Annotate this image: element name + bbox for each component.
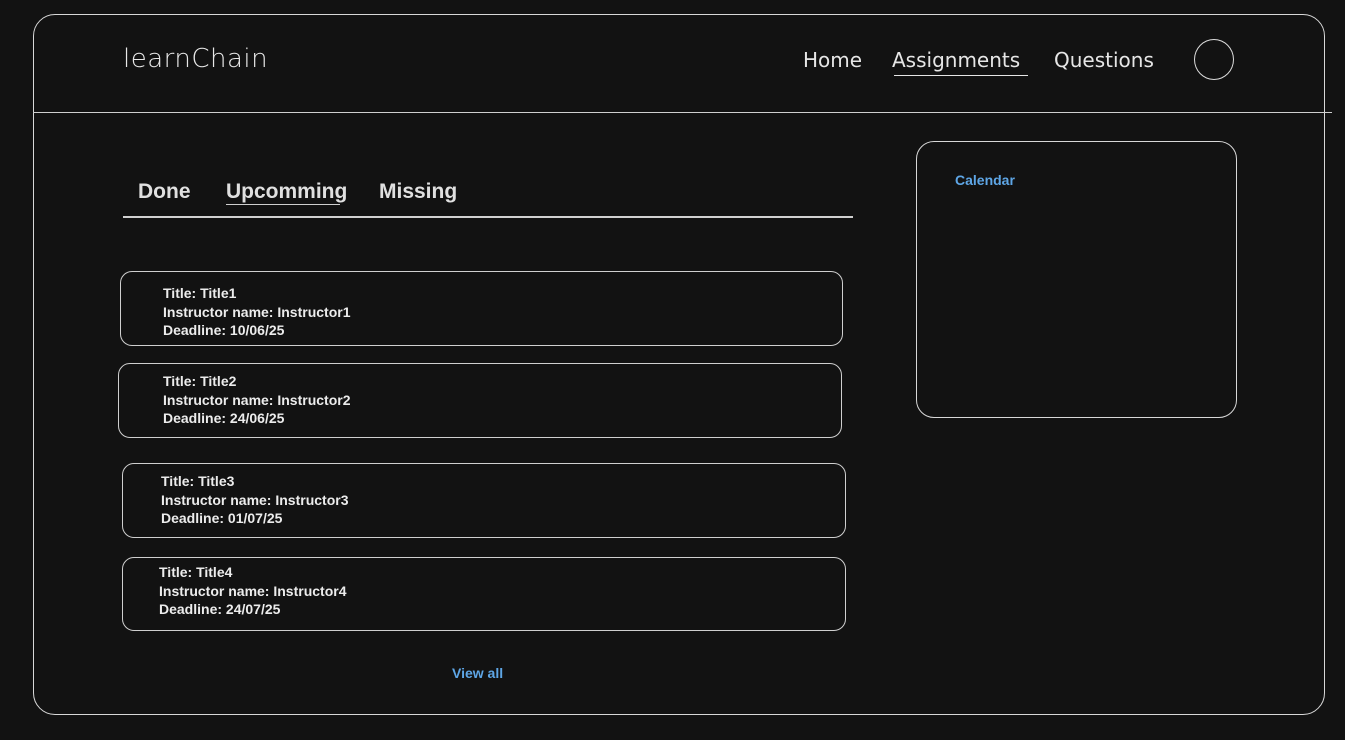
assignment-deadline: Deadline: 01/07/25 — [161, 510, 283, 526]
nav-active-underline — [894, 75, 1028, 76]
assignment-title: Title: Title3 — [161, 473, 235, 489]
nav-home[interactable]: Home — [803, 48, 862, 72]
nav-questions[interactable]: Questions — [1054, 48, 1154, 72]
tab-done[interactable]: Done — [138, 180, 191, 204]
tab-active-underline — [226, 204, 340, 205]
assignment-card[interactable]: Title: Title1 Instructor name: Instructo… — [120, 271, 843, 346]
nav-assignments[interactable]: Assignments — [892, 48, 1020, 72]
calendar-panel: Calendar — [916, 141, 1237, 418]
assignment-title: Title: Title4 — [159, 564, 233, 580]
app-logo[interactable]: learnChain — [123, 44, 268, 74]
header-divider — [33, 112, 1332, 113]
assignment-deadline: Deadline: 24/07/25 — [159, 601, 281, 617]
assignment-instructor: Instructor name: Instructor1 — [163, 303, 351, 320]
assignment-instructor: Instructor name: Instructor4 — [159, 582, 347, 599]
view-all-link[interactable]: View all — [452, 665, 503, 681]
tabs-divider — [123, 216, 853, 218]
assignment-instructor: Instructor name: Instructor2 — [163, 391, 351, 408]
assignment-deadline: Deadline: 10/06/25 — [163, 322, 285, 338]
calendar-title: Calendar — [955, 172, 1015, 188]
tab-upcoming[interactable]: Upcomming — [226, 180, 347, 204]
avatar[interactable] — [1194, 39, 1234, 80]
assignment-card[interactable]: Title: Title2 Instructor name: Instructo… — [118, 363, 842, 438]
assignment-deadline: Deadline: 24/06/25 — [163, 410, 285, 426]
tab-missing[interactable]: Missing — [379, 180, 457, 204]
assignment-title: Title: Title2 — [163, 373, 237, 389]
assignment-title: Title: Title1 — [163, 285, 237, 301]
assignment-card[interactable]: Title: Title3 Instructor name: Instructo… — [122, 463, 846, 538]
assignment-instructor: Instructor name: Instructor3 — [161, 491, 349, 508]
assignment-card[interactable]: Title: Title4 Instructor name: Instructo… — [122, 557, 846, 631]
